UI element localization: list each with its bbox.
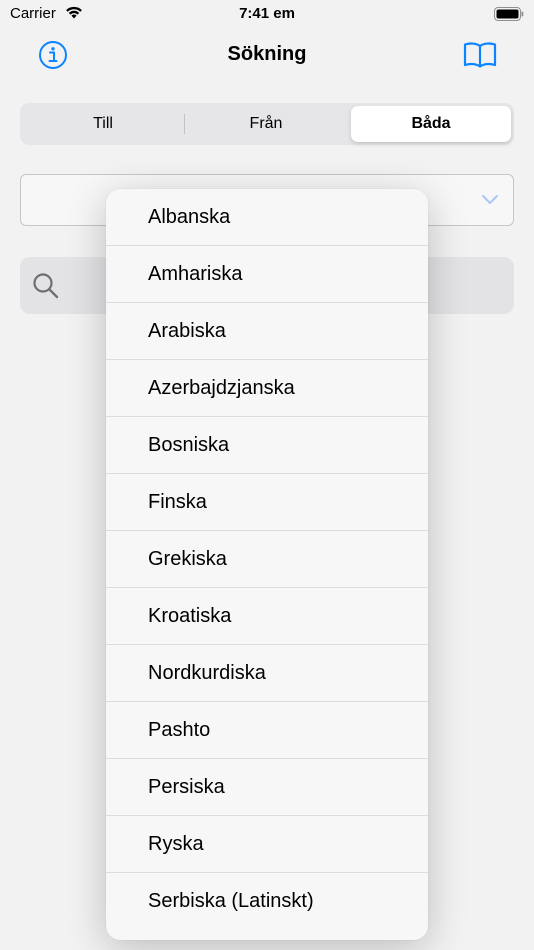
segment-bada[interactable]: Båda: [351, 106, 511, 142]
language-dropdown-menu: Albanska Amhariska Arabiska Azerbajdzjan…: [106, 189, 428, 940]
menu-item-language[interactable]: Nordkurdiska: [106, 645, 428, 702]
clock-label: 7:41 em: [239, 5, 295, 22]
segment-till[interactable]: Till: [23, 106, 183, 142]
menu-item-language[interactable]: Persiska: [106, 759, 428, 816]
navigation-bar: Sökning: [0, 30, 534, 80]
menu-item-language[interactable]: Arabiska: [106, 303, 428, 360]
search-icon: [33, 273, 59, 299]
menu-item-language[interactable]: Grekiska: [106, 531, 428, 588]
menu-item-language[interactable]: Albanska: [106, 189, 428, 246]
menu-item-language[interactable]: Ryska: [106, 816, 428, 873]
chevron-down-icon: [482, 195, 498, 204]
page-title: Sökning: [227, 43, 307, 65]
battery-icon: [494, 7, 524, 21]
app-screen: Carrier 7:41 em Sökning Till Från Båda A…: [0, 0, 534, 950]
menu-item-language[interactable]: Amhariska: [106, 246, 428, 303]
menu-item-language[interactable]: Pashto: [106, 702, 428, 759]
segment-fran[interactable]: Från: [185, 106, 347, 142]
menu-item-language[interactable]: Kroatiska: [106, 588, 428, 645]
book-icon[interactable]: [462, 40, 498, 70]
menu-item-language[interactable]: Bosniska: [106, 417, 428, 474]
menu-item-language[interactable]: Azerbajdzjanska: [106, 360, 428, 417]
direction-segmented-control: Till Från Båda: [20, 103, 514, 145]
status-bar: Carrier 7:41 em: [0, 0, 534, 28]
menu-item-language[interactable]: Serbiska (Latinskt): [106, 873, 428, 930]
info-icon[interactable]: [37, 39, 69, 71]
menu-item-language[interactable]: Finska: [106, 474, 428, 531]
